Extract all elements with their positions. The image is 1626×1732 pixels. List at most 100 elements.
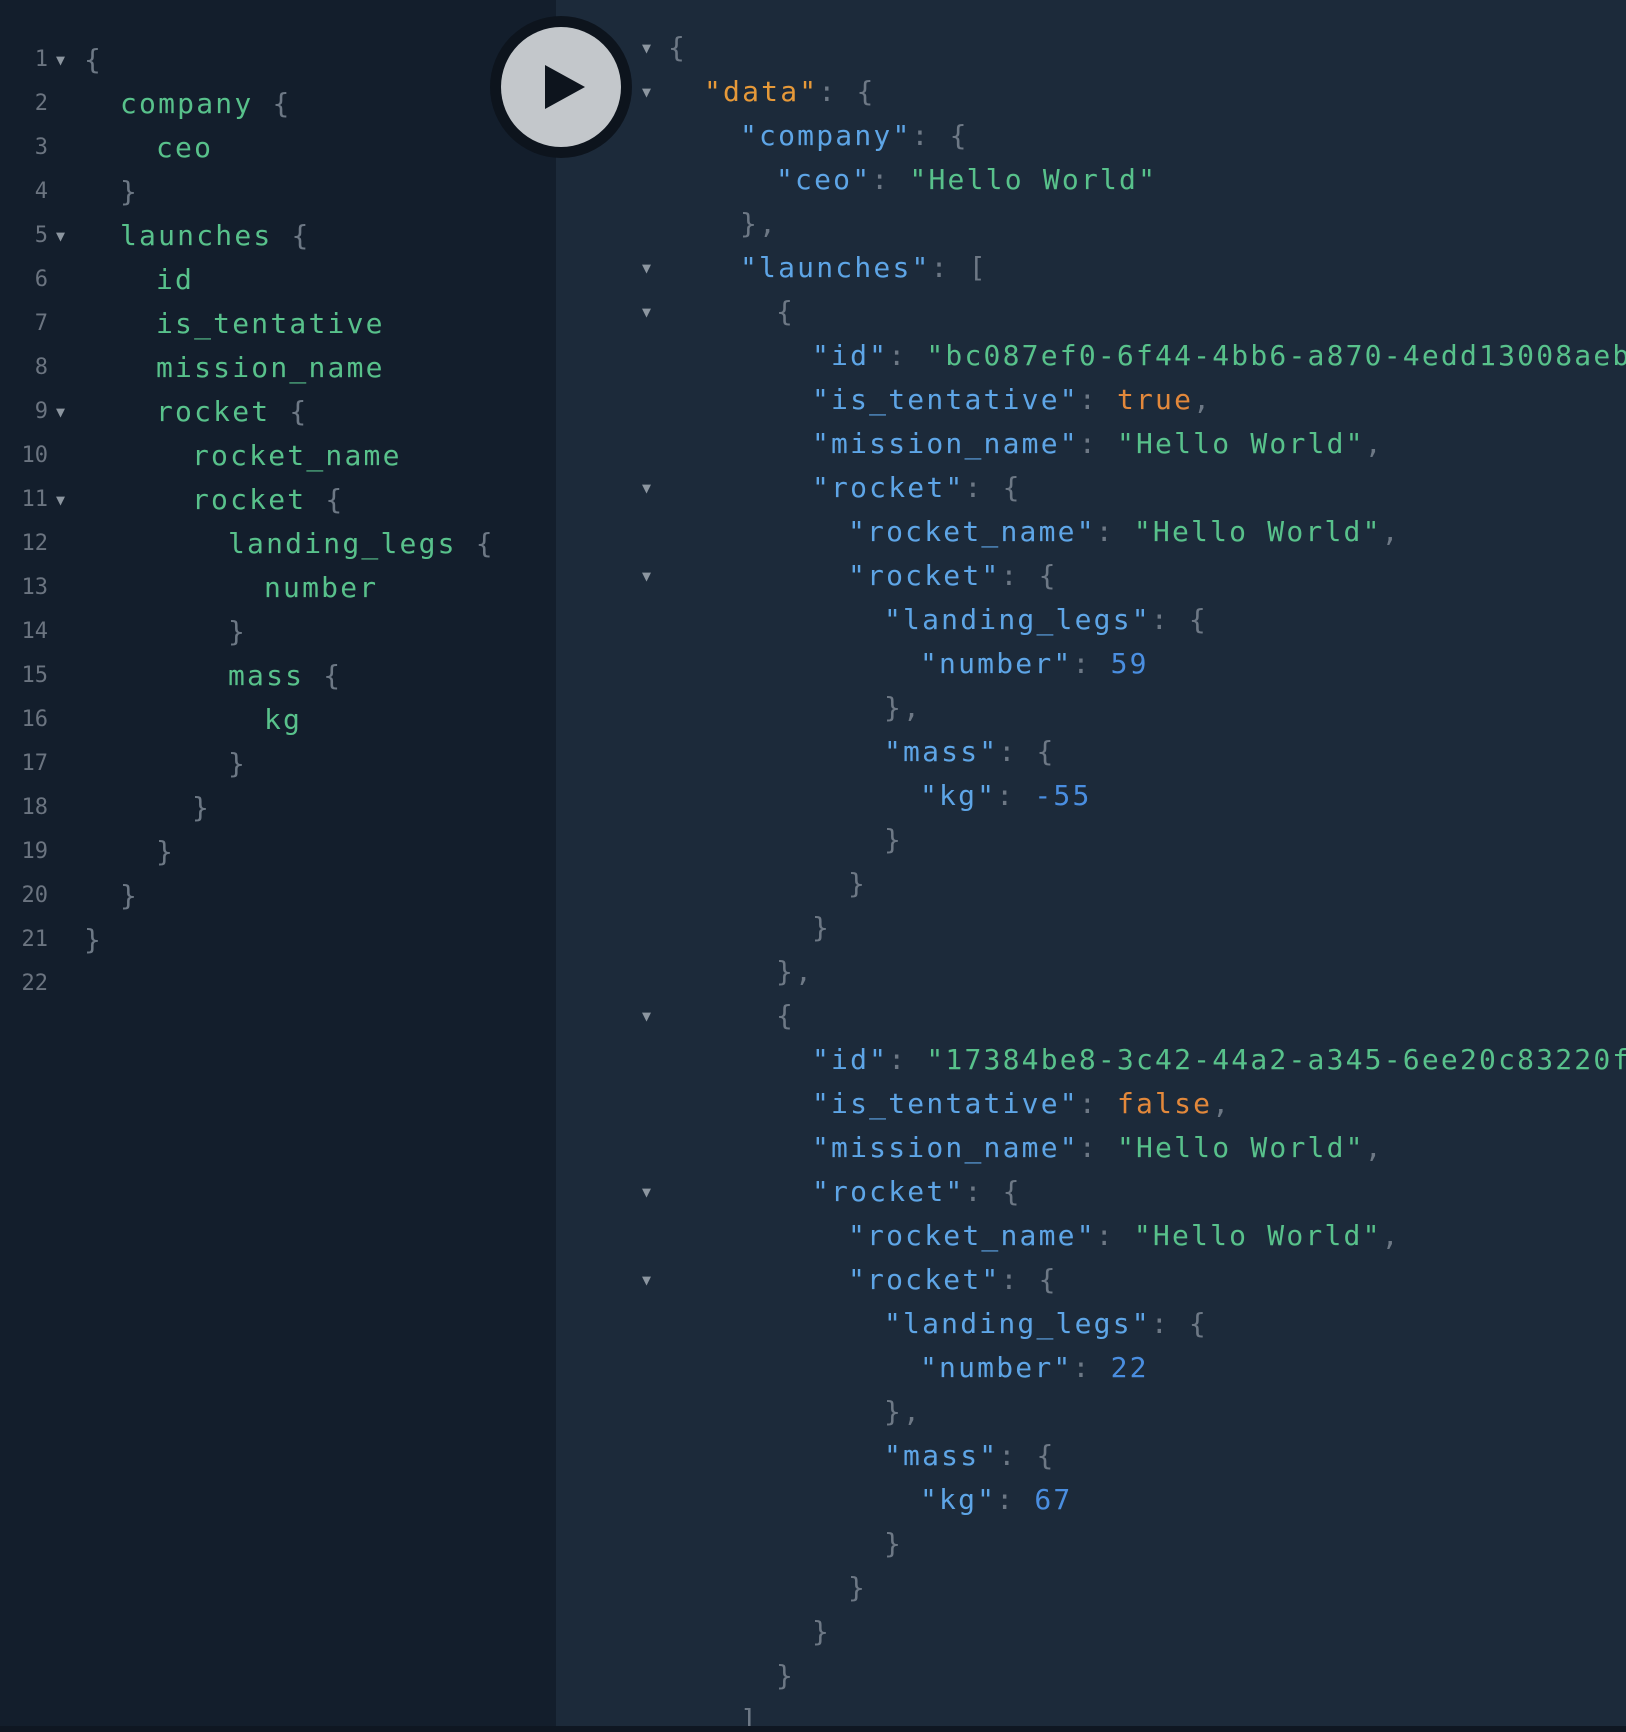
query-code: rocket { (156, 390, 308, 434)
query-line[interactable]: 1 ▼ { (0, 38, 556, 82)
json-boolean: false (1116, 1087, 1213, 1120)
query-line[interactable]: 22 (0, 962, 556, 1006)
query-field: company (120, 87, 254, 120)
query-punctuation: { (270, 395, 309, 428)
query-field: id (156, 263, 195, 296)
result-code: { (776, 290, 795, 334)
query-line[interactable]: 21} (0, 918, 556, 962)
result-code: "rocket": { (848, 554, 1058, 598)
query-code: } (192, 786, 211, 830)
result-line: ▼ "data": { (556, 70, 1626, 114)
query-line[interactable]: 3 ceo (0, 126, 556, 170)
query-code: id (156, 258, 194, 302)
result-line: ▼{ (556, 994, 1626, 1038)
query-line[interactable]: 14} (0, 610, 556, 654)
result-line: } (556, 1610, 1626, 1654)
result-code: } (812, 1610, 831, 1654)
query-punctuation: } (156, 835, 176, 868)
graphiql-app: 1 ▼{ 2 company {3 ceo 4} 5 ▼ launches { 6 id 7 is_te… (0, 0, 1626, 1732)
json-key: "ceo" (776, 163, 872, 196)
query-line[interactable]: 12 landing_legs { (0, 522, 556, 566)
query-punctuation: { (253, 87, 292, 120)
fold-arrow-icon[interactable]: ▼ (56, 478, 65, 522)
result-line: "kg": -55 (556, 774, 1626, 818)
json-punctuation: : [ (930, 251, 988, 284)
result-code: "rocket": { (848, 1258, 1058, 1302)
run-button-face[interactable] (501, 27, 621, 147)
line-number: 15 (21, 663, 49, 688)
query-field: landing_legs (228, 527, 457, 560)
query-line[interactable]: 13 number (0, 566, 556, 610)
fold-arrow-icon[interactable]: ▼ (642, 246, 651, 290)
fold-arrow-icon[interactable]: ▼ (642, 26, 651, 70)
json-punctuation: : (1078, 427, 1117, 460)
query-line[interactable]: 2 company { (0, 82, 556, 126)
json-boolean: true (1116, 383, 1194, 416)
query-line[interactable]: 15 mass { (0, 654, 556, 698)
fold-arrow-icon[interactable]: ▼ (642, 994, 651, 1038)
query-field: rocket (192, 483, 307, 516)
json-punctuation: , (1364, 1131, 1384, 1164)
result-code: "mission_name": "Hello World", (812, 422, 1384, 466)
result-viewer[interactable]: ▼{▼ "data": {"company": {"ceo": "Hello Wo… (556, 0, 1626, 1732)
line-number: 8 (34, 355, 48, 380)
json-key-data: "data" (704, 75, 819, 108)
query-line[interactable]: 10 rocket_name (0, 434, 556, 478)
query-line[interactable]: 16 kg (0, 698, 556, 742)
line-number: 19 (21, 839, 49, 864)
query-field: kg (264, 703, 303, 736)
query-editor[interactable]: 1 ▼{ 2 company {3 ceo 4} 5 ▼ launches { 6 id 7 is_te… (0, 0, 556, 1732)
run-query-button[interactable] (490, 16, 632, 158)
json-punctuation: , (1364, 427, 1384, 460)
result-code: "mass": { (884, 1434, 1056, 1478)
query-line[interactable]: 4} (0, 170, 556, 214)
query-line[interactable]: 5 ▼ launches { (0, 214, 556, 258)
line-number: 7 (34, 311, 48, 336)
fold-arrow-icon[interactable]: ▼ (642, 466, 651, 510)
json-punctuation: : (888, 1043, 927, 1076)
line-number: 6 (34, 267, 48, 292)
line-number: 10 (21, 443, 49, 468)
json-number: -55 (1034, 779, 1092, 812)
json-number: 67 (1034, 1483, 1073, 1516)
result-code: "launches": [ (740, 246, 988, 290)
query-line[interactable]: 11 ▼ rocket { (0, 478, 556, 522)
result-line: } (556, 1654, 1626, 1698)
fold-arrow-icon[interactable]: ▼ (56, 38, 65, 82)
fold-arrow-icon[interactable]: ▼ (56, 390, 65, 434)
query-line[interactable]: 8 mission_name (0, 346, 556, 390)
fold-arrow-icon[interactable]: ▼ (56, 214, 65, 258)
line-number: 2 (34, 91, 48, 116)
query-field: is_tentative (156, 307, 385, 340)
result-line: "ceo": "Hello World" (556, 158, 1626, 202)
json-punctuation: } (848, 1571, 868, 1604)
query-line[interactable]: 9 ▼ rocket { (0, 390, 556, 434)
fold-arrow-icon[interactable]: ▼ (642, 290, 651, 334)
result-code: "mass": { (884, 730, 1056, 774)
query-line[interactable]: 18} (0, 786, 556, 830)
line-number: 17 (21, 751, 49, 776)
query-code: company { (120, 82, 292, 126)
line-number: 9 (34, 399, 48, 424)
query-line[interactable]: 17} (0, 742, 556, 786)
line-number: 16 (21, 707, 49, 732)
query-line[interactable]: 20} (0, 874, 556, 918)
result-line: "number": 59 (556, 642, 1626, 686)
query-line[interactable]: 7 is_tentative (0, 302, 556, 346)
query-line[interactable]: 6 id (0, 258, 556, 302)
fold-arrow-icon[interactable]: ▼ (642, 70, 651, 114)
result-code: "mission_name": "Hello World", (812, 1126, 1384, 1170)
query-code: } (156, 830, 175, 874)
fold-arrow-icon[interactable]: ▼ (642, 554, 651, 598)
result-line: "company": { (556, 114, 1626, 158)
json-punctuation: : (1072, 647, 1111, 680)
fold-arrow-icon[interactable]: ▼ (642, 1258, 651, 1302)
json-key: "kg" (920, 1483, 997, 1516)
fold-arrow-icon[interactable]: ▼ (642, 1170, 651, 1214)
result-line: "kg": 67 (556, 1478, 1626, 1522)
query-punctuation: { (304, 659, 343, 692)
result-code: "kg": 67 (920, 1478, 1072, 1522)
query-field: rocket_name (192, 439, 402, 472)
query-line[interactable]: 19} (0, 830, 556, 874)
result-code: } (884, 818, 903, 862)
